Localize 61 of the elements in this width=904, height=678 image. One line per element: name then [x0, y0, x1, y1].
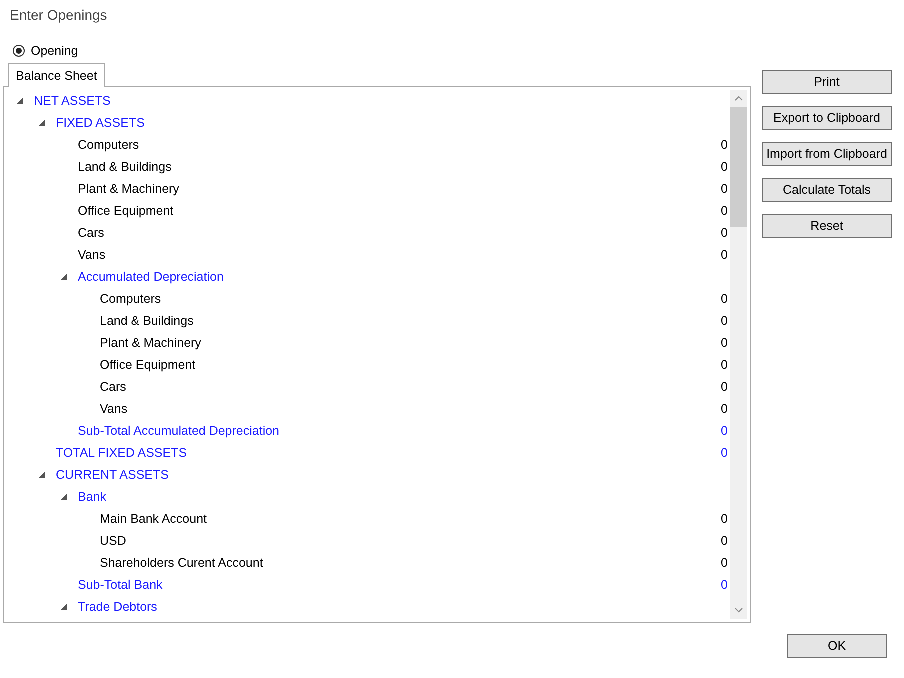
scroll-down-icon[interactable]: [734, 608, 742, 613]
action-button[interactable]: Calculate Totals: [762, 178, 892, 202]
tree-item[interactable]: Sub-Total Bank: [78, 578, 163, 592]
tree-item[interactable]: Sub-Total Accumulated Depreciation: [78, 424, 280, 438]
value-cell[interactable]: 0: [721, 402, 728, 416]
value-cell[interactable]: 0: [721, 292, 728, 306]
value-cell[interactable]: 0: [721, 556, 728, 570]
tree-item[interactable]: Plant & Machinery: [100, 336, 202, 350]
tree-item[interactable]: Vans: [100, 402, 128, 416]
collapse-arrow-icon[interactable]: [38, 470, 46, 478]
tree-item[interactable]: TOTAL FIXED ASSETS: [56, 446, 188, 460]
value-cell[interactable]: 0: [721, 182, 728, 196]
tree-item[interactable]: Main Bank Account: [100, 512, 208, 526]
tab[interactable]: Balance Sheet: [8, 63, 106, 87]
tree-item[interactable]: Cars: [100, 380, 126, 394]
tree-item[interactable]: Computers: [100, 292, 162, 306]
ok-button[interactable]: OK: [787, 634, 887, 658]
window-title: Enter Openings: [10, 6, 108, 25]
tree-item[interactable]: USD: [100, 534, 126, 548]
tree-item[interactable]: Cars: [78, 226, 104, 240]
tree-item[interactable]: Office Equipment: [100, 358, 196, 372]
value-cell[interactable]: 0: [721, 138, 728, 152]
value-cell[interactable]: 0: [721, 358, 728, 372]
tree-item[interactable]: Land & Buildings: [100, 314, 194, 328]
action-button[interactable]: Import from Clipboard: [762, 142, 892, 166]
tree-item[interactable]: Land & Buildings: [78, 160, 172, 174]
scroll-up-icon[interactable]: [734, 96, 742, 101]
value-cell[interactable]: 0: [721, 248, 728, 262]
collapse-arrow-icon[interactable]: [38, 118, 46, 126]
value-cell[interactable]: 0: [721, 534, 728, 548]
value-cell[interactable]: 0: [721, 314, 728, 328]
value-cell[interactable]: 0: [721, 380, 728, 394]
tree-item[interactable]: CURRENT ASSETS: [56, 468, 169, 482]
value-cell[interactable]: 0: [721, 336, 728, 350]
scrollbar-thumb[interactable]: [730, 107, 747, 227]
radio-button[interactable]: Opening: [13, 44, 78, 58]
tree-item[interactable]: NET ASSETS: [34, 94, 111, 108]
action-button[interactable]: Export to Clipboard: [762, 106, 892, 130]
collapse-arrow-icon[interactable]: [60, 492, 68, 500]
tree-item[interactable]: Computers: [78, 138, 140, 152]
value-cell[interactable]: 0: [721, 160, 728, 174]
action-button[interactable]: Reset: [762, 214, 892, 238]
tree-item[interactable]: FIXED ASSETS: [56, 116, 145, 130]
tree-item[interactable]: Shareholders Curent Account: [100, 556, 264, 570]
value-cell[interactable]: 0: [721, 578, 728, 592]
tree-item[interactable]: Vans: [78, 248, 106, 262]
action-button[interactable]: Print: [762, 70, 892, 94]
collapse-arrow-icon[interactable]: [60, 602, 68, 610]
value-cell[interactable]: 0: [721, 226, 728, 240]
collapse-arrow-icon[interactable]: [60, 272, 68, 280]
tree-item[interactable]: Bank: [78, 490, 106, 504]
tree-item[interactable]: Plant & Machinery: [78, 182, 180, 196]
value-cell[interactable]: 0: [721, 446, 728, 460]
value-cell[interactable]: 0: [721, 204, 728, 218]
tree-item[interactable]: Accumulated Depreciation: [78, 270, 224, 284]
tree-item[interactable]: Office Equipment: [78, 204, 174, 218]
scrollbar[interactable]: [730, 90, 747, 619]
value-cell[interactable]: 0: [721, 424, 728, 438]
tree-item[interactable]: Trade Debtors: [78, 600, 158, 614]
value-cell[interactable]: 0: [721, 512, 728, 526]
collapse-arrow-icon[interactable]: [16, 96, 24, 104]
